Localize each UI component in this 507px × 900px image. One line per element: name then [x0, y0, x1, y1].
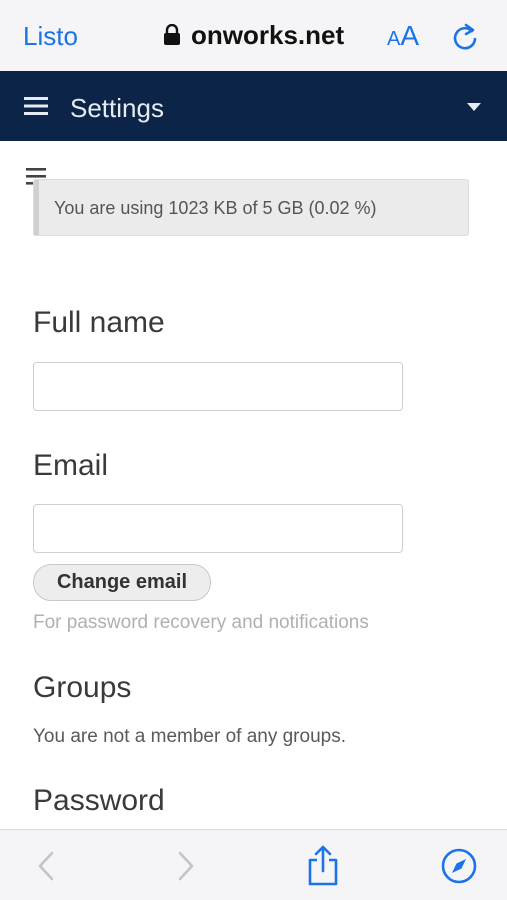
chevron-left-icon[interactable]	[36, 850, 56, 882]
text-size-big: A	[400, 20, 420, 51]
password-label: Password	[33, 784, 165, 817]
chevron-down-icon[interactable]	[467, 103, 481, 111]
hamburger-icon[interactable]	[24, 96, 48, 116]
compass-icon[interactable]	[441, 848, 477, 884]
browser-toolbar	[0, 829, 507, 900]
page-title: Settings	[70, 93, 164, 123]
email-hint: For password recovery and notifications	[33, 612, 369, 633]
storage-quota-bar: You are using 1023 KB of 5 GB (0.02 %)	[33, 179, 469, 236]
email-label: Email	[33, 449, 109, 482]
full-name-input[interactable]	[33, 362, 403, 411]
text-size-small: A	[387, 28, 401, 50]
change-email-button[interactable]: Change email	[33, 564, 211, 601]
groups-label: Groups	[33, 671, 132, 704]
text-size-button[interactable]: AA	[387, 20, 419, 57]
lock-icon	[164, 24, 180, 45]
share-icon[interactable]	[306, 844, 340, 886]
quota-text: You are using 1023 KB of 5 GB (0.02 %)	[54, 198, 377, 218]
email-input[interactable]	[33, 504, 403, 553]
quota-fill	[34, 180, 40, 235]
groups-text: You are not a member of any groups.	[33, 726, 346, 747]
chevron-right-icon[interactable]	[176, 850, 196, 882]
reload-icon[interactable]	[451, 22, 479, 52]
url-display[interactable]: onworks.net	[163, 18, 344, 52]
full-name-label: Full name	[33, 306, 165, 339]
done-button[interactable]: Listo	[23, 20, 78, 52]
url-text: onworks.net	[191, 20, 345, 50]
